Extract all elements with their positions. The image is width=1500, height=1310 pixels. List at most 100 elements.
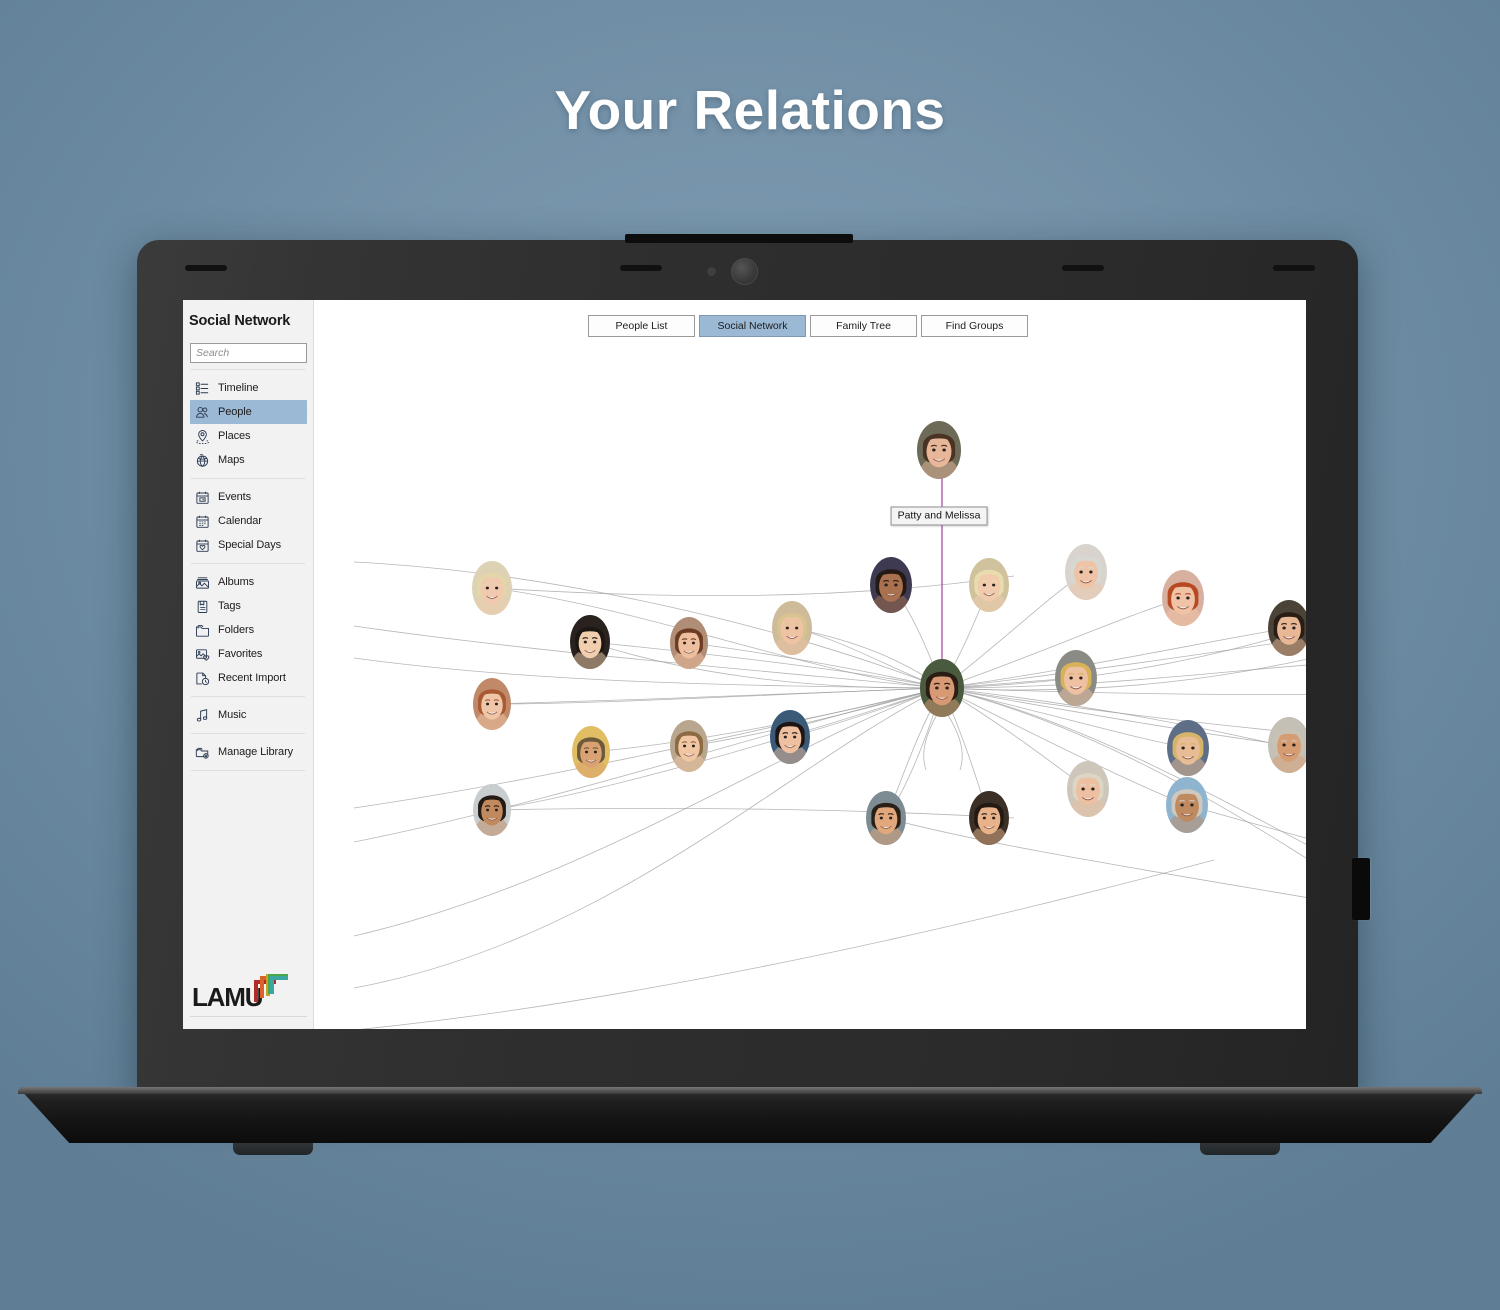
sidebar-item-events[interactable]: Events xyxy=(190,485,307,509)
screenshot-stage: Your Relations Social Network Timeline Pe… xyxy=(0,0,1500,1310)
sidebar-item-manage-library[interactable]: Manage Library xyxy=(190,740,307,764)
laptop-side-port xyxy=(1352,858,1370,920)
webcam-icon xyxy=(731,258,758,285)
laptop-base-lip xyxy=(18,1087,1482,1094)
tab-find-groups[interactable]: Find Groups xyxy=(921,315,1028,337)
graph-edge xyxy=(941,687,1306,752)
sidebar-item-recent-import[interactable]: Recent Import xyxy=(190,666,307,690)
timeline-icon xyxy=(195,381,210,396)
graph-center-node[interactable] xyxy=(920,659,964,717)
divider xyxy=(190,1016,307,1017)
graph-person-node[interactable] xyxy=(1167,720,1209,776)
graph-edges xyxy=(353,450,1306,1029)
sidebar-item-albums[interactable]: Albums xyxy=(190,570,307,594)
sidebar-item-music[interactable]: Music xyxy=(190,703,307,727)
graph-person-node[interactable] xyxy=(772,601,812,655)
graph-person-node[interactable] xyxy=(572,726,610,778)
graph-edge xyxy=(491,808,1015,819)
graph-person-node[interactable] xyxy=(969,558,1009,612)
sidebar-item-people[interactable]: People xyxy=(190,400,307,424)
sidebar-item-timeline[interactable]: Timeline xyxy=(190,376,307,400)
recent-import-clock-icon xyxy=(195,671,210,686)
sidebar-item-label: People xyxy=(218,406,252,418)
view-tabs: People List Social Network Family Tree Find… xyxy=(314,300,1306,340)
search-input[interactable] xyxy=(190,343,307,363)
graph-edge xyxy=(885,817,1306,898)
graph-person-node[interactable] xyxy=(870,557,912,613)
graph-edge xyxy=(941,687,1188,806)
main-content: People List Social Network Family Tree Find… xyxy=(314,300,1306,1029)
graph-person-node[interactable] xyxy=(570,615,610,669)
divider xyxy=(191,369,305,370)
sidebar-item-label: Tags xyxy=(218,600,241,612)
graph-person-node[interactable] xyxy=(670,720,708,772)
graph-edge xyxy=(941,638,1306,689)
page-headline: Your Relations xyxy=(554,79,946,141)
graph-edge xyxy=(491,575,1015,597)
graph-person-node[interactable] xyxy=(969,791,1009,845)
social-network-graph[interactable]: Patty and Melissa xyxy=(314,340,1306,1029)
divider xyxy=(191,733,305,734)
bezel-accent-bar xyxy=(185,265,227,271)
sidebar-item-calendar[interactable]: Calendar xyxy=(190,509,307,533)
sidebar-item-places[interactable]: Places xyxy=(190,424,307,448)
graph-edge xyxy=(491,687,943,705)
graph-edge xyxy=(941,687,1306,696)
sidebar-item-label: Albums xyxy=(218,576,255,588)
albums-icon xyxy=(195,575,210,590)
sidebar-item-label: Folders xyxy=(218,624,254,636)
tab-people-list[interactable]: People List xyxy=(588,315,695,337)
calendar-icon xyxy=(195,514,210,529)
graph-person-node[interactable] xyxy=(1268,717,1306,773)
sidebar: Social Network Timeline People Places Maps E… xyxy=(183,300,314,1029)
sidebar-item-label: Maps xyxy=(218,454,245,466)
divider xyxy=(191,478,305,479)
graph-edge xyxy=(353,687,943,843)
graph-person-node[interactable] xyxy=(1065,544,1107,600)
sidebar-item-special-days[interactable]: Special Days xyxy=(190,533,307,557)
graph-person-node[interactable] xyxy=(472,561,512,615)
graph-edge xyxy=(941,687,1290,746)
bezel-accent-bar xyxy=(1062,265,1104,271)
sidebar-item-label: Special Days xyxy=(218,539,281,551)
sidebar-item-favorites[interactable]: Favorites xyxy=(190,642,307,666)
graph-person-node[interactable] xyxy=(1166,777,1208,833)
sidebar-item-maps[interactable]: Maps xyxy=(190,448,307,472)
graph-person-node[interactable] xyxy=(473,784,511,836)
graph-edge xyxy=(941,627,1290,689)
folder-icon xyxy=(195,623,210,638)
events-calendar-icon xyxy=(195,490,210,505)
graph-edge xyxy=(353,687,943,989)
graph-person-node[interactable] xyxy=(1055,650,1097,706)
graph-person-node[interactable] xyxy=(1162,570,1204,626)
graph-person-node[interactable] xyxy=(866,791,906,845)
brand-logo: LAMU xyxy=(190,974,307,1017)
graph-edge xyxy=(353,687,943,809)
graph-edge xyxy=(353,625,943,689)
graph-edge xyxy=(353,687,943,937)
graph-person-node[interactable] xyxy=(473,678,511,730)
globe-icon xyxy=(195,453,210,468)
sidebar-item-folders[interactable]: Folders xyxy=(190,618,307,642)
tab-label: Social Network xyxy=(717,320,788,332)
graph-person-node[interactable] xyxy=(770,710,810,764)
graph-person-node[interactable] xyxy=(1268,600,1306,656)
sidebar-item-label: Recent Import xyxy=(218,672,286,684)
tab-social-network[interactable]: Social Network xyxy=(699,315,806,337)
graph-person-node[interactable] xyxy=(1067,761,1109,817)
node-tooltip: Patty and Melissa xyxy=(890,506,988,526)
tab-label: Find Groups xyxy=(945,320,1004,332)
divider xyxy=(191,563,305,564)
sidebar-item-label: Timeline xyxy=(218,382,259,394)
manage-library-gear-icon xyxy=(195,745,210,760)
tab-family-tree[interactable]: Family Tree xyxy=(810,315,917,337)
people-icon xyxy=(195,405,210,420)
graph-person-node[interactable] xyxy=(917,421,961,479)
sidebar-item-label: Favorites xyxy=(218,648,263,660)
sidebar-item-tags[interactable]: Tags xyxy=(190,594,307,618)
special-days-heart-icon xyxy=(195,538,210,553)
laptop-foot xyxy=(1200,1141,1280,1155)
graph-person-node[interactable] xyxy=(670,617,708,669)
laptop-screen: Social Network Timeline People Places Maps E… xyxy=(183,300,1306,1029)
graph-edge xyxy=(941,687,1306,735)
